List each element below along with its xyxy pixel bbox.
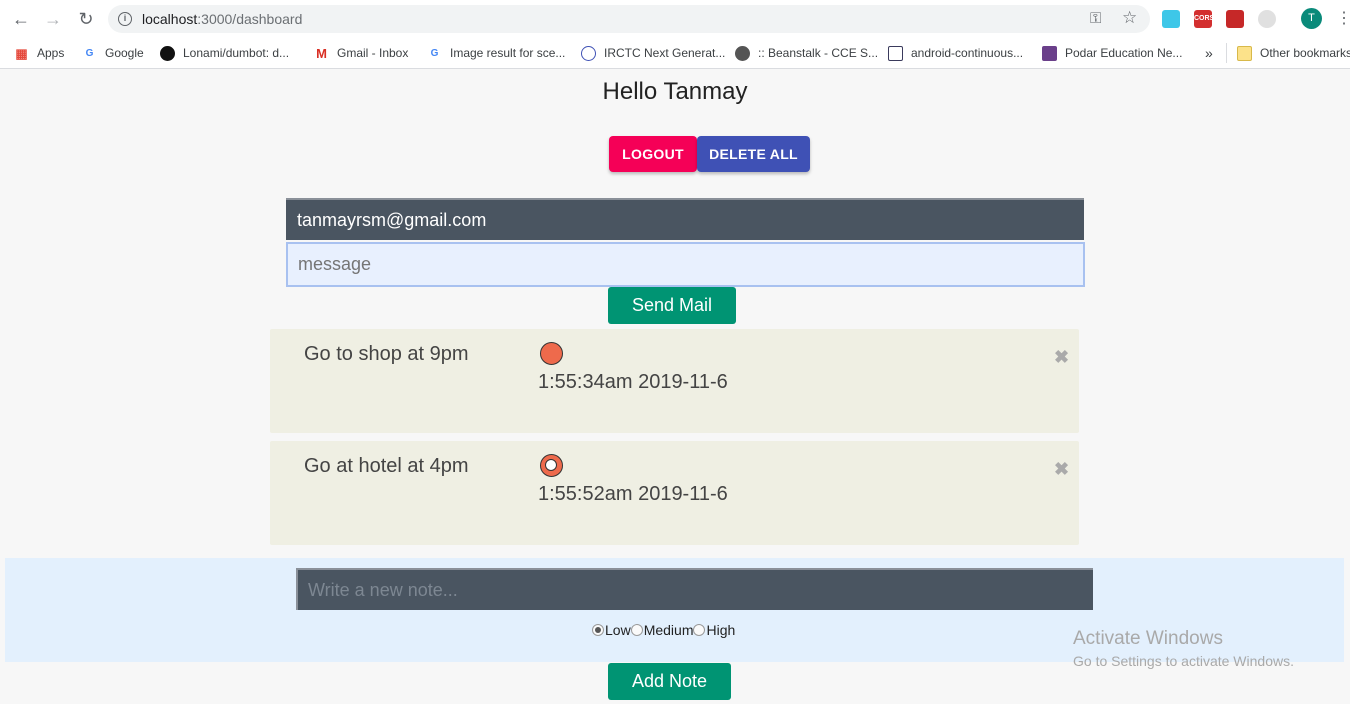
google-icon: G [85, 47, 94, 59]
bookmark-google[interactable]: G Google [82, 43, 144, 63]
doc-icon [888, 45, 903, 61]
send-mail-button[interactable]: Send Mail [608, 287, 736, 324]
folder-icon [1237, 45, 1252, 61]
bookmark-label: Gmail - Inbox [337, 46, 409, 60]
new-note-input[interactable]: Write a new note... [296, 568, 1093, 610]
browser-toolbar: ← → ↻ i localhost:3000/dashboard ⚿ ☆ COR… [0, 0, 1350, 38]
url-host: localhost [142, 11, 198, 27]
activation-watermark: Activate Windows Go to Settings to activ… [1073, 628, 1294, 669]
extension-ghost-icon[interactable] [1162, 10, 1180, 28]
priority-high-radio[interactable] [693, 624, 706, 636]
extension-circle-icon[interactable] [1258, 10, 1276, 28]
reload-icon[interactable]: ↻ [75, 8, 97, 30]
note-card: Go at hotel at 4pm 1:55:52am 2019-11-6 ✖ [270, 441, 1079, 545]
priority-low-label: Low [605, 622, 631, 638]
logout-button[interactable]: LOGOUT [609, 136, 697, 172]
back-arrow-icon[interactable]: ← [10, 8, 32, 30]
bookmark-label: android-continuous... [911, 46, 1024, 60]
bookmarks-overflow[interactable]: » [1205, 43, 1213, 63]
email-field[interactable]: tanmayrsm@gmail.com [286, 198, 1084, 240]
note-text: Go at hotel at 4pm [304, 455, 469, 477]
watermark-subtitle: Go to Settings to activate Windows. [1073, 653, 1294, 669]
bookmark-lonami[interactable]: Lonami/dumbot: d... [160, 43, 289, 63]
delete-all-button[interactable]: DELETE ALL [697, 136, 810, 172]
page-title: Hello Tanmay [602, 78, 748, 105]
info-icon[interactable]: i [118, 12, 132, 26]
bookmark-label: Other bookmarks [1260, 46, 1350, 60]
priority-medium-radio[interactable] [630, 624, 643, 636]
priority-radio-group: Low Medium High [592, 622, 735, 638]
note-timestamp: 1:55:52am 2019-11-6 [538, 483, 728, 505]
forward-arrow-icon[interactable]: → [42, 8, 64, 30]
note-card: Go to shop at 9pm 1:55:34am 2019-11-6 ✖ [270, 329, 1079, 433]
address-bar[interactable]: i localhost:3000/dashboard ⚿ ☆ [108, 5, 1150, 33]
profile-avatar[interactable]: T [1301, 8, 1322, 29]
bookmark-beanstalk[interactable]: :: Beanstalk - CCE S... [735, 43, 878, 63]
close-icon[interactable]: ✖ [1054, 459, 1069, 480]
note-text: Go to shop at 9pm [304, 343, 469, 365]
bookmark-label: Image result for sce... [450, 46, 566, 60]
url-text[interactable]: localhost:3000/dashboard [142, 11, 302, 27]
bookmark-label: Podar Education Ne... [1065, 46, 1183, 60]
bookmark-podar[interactable]: Podar Education Ne... [1042, 43, 1182, 63]
message-input[interactable] [286, 242, 1085, 287]
note-timestamp: 1:55:34am 2019-11-6 [538, 371, 728, 393]
key-icon[interactable]: ⚿ [1090, 10, 1101, 27]
bookmarks-bar: ▦ Apps G Google Lonami/dumbot: d... M Gm… [0, 38, 1350, 69]
add-note-button[interactable]: Add Note [608, 663, 731, 700]
bookmark-label: Google [105, 46, 144, 60]
bookmark-irctc[interactable]: IRCTC Next Generat... [581, 43, 725, 63]
menu-kebab-icon[interactable]: ⋮ [1336, 9, 1350, 29]
extension-red-icon[interactable] [1226, 10, 1244, 28]
podar-icon [1042, 45, 1057, 61]
bookmark-image-result[interactable]: G Image result for sce... [427, 43, 566, 63]
close-icon[interactable]: ✖ [1054, 347, 1069, 368]
globe-icon [735, 45, 750, 61]
priority-medium-label: Medium [643, 622, 694, 638]
priority-high-label: High [706, 622, 736, 638]
github-icon [160, 45, 175, 61]
url-path: :3000/dashboard [197, 11, 303, 27]
bookmark-label: :: Beanstalk - CCE S... [758, 46, 879, 60]
bookmark-android[interactable]: android-continuous... [888, 43, 1023, 63]
priority-indicator-icon [540, 454, 563, 477]
star-icon[interactable]: ☆ [1122, 8, 1137, 28]
watermark-title: Activate Windows [1073, 628, 1223, 649]
bookmark-label: IRCTC Next Generat... [604, 46, 726, 60]
bookmark-gmail[interactable]: M Gmail - Inbox [314, 43, 408, 63]
bookmark-apps[interactable]: ▦ Apps [14, 43, 64, 63]
priority-indicator-icon [540, 342, 563, 365]
gmail-icon: M [316, 45, 327, 61]
bookmark-label: Apps [37, 46, 65, 60]
priority-low-radio[interactable] [592, 624, 604, 636]
apps-grid-icon: ▦ [15, 45, 28, 61]
dashboard-page: Hello Tanmay LOGOUT DELETE ALL tanmayrsm… [0, 70, 1350, 704]
bookmark-other[interactable]: Other bookmarks [1226, 43, 1350, 63]
cors-extension-icon[interactable]: CORS [1194, 10, 1214, 28]
bookmark-label: Lonami/dumbot: d... [183, 46, 290, 60]
google-icon: G [430, 47, 439, 59]
irctc-icon [581, 45, 596, 61]
